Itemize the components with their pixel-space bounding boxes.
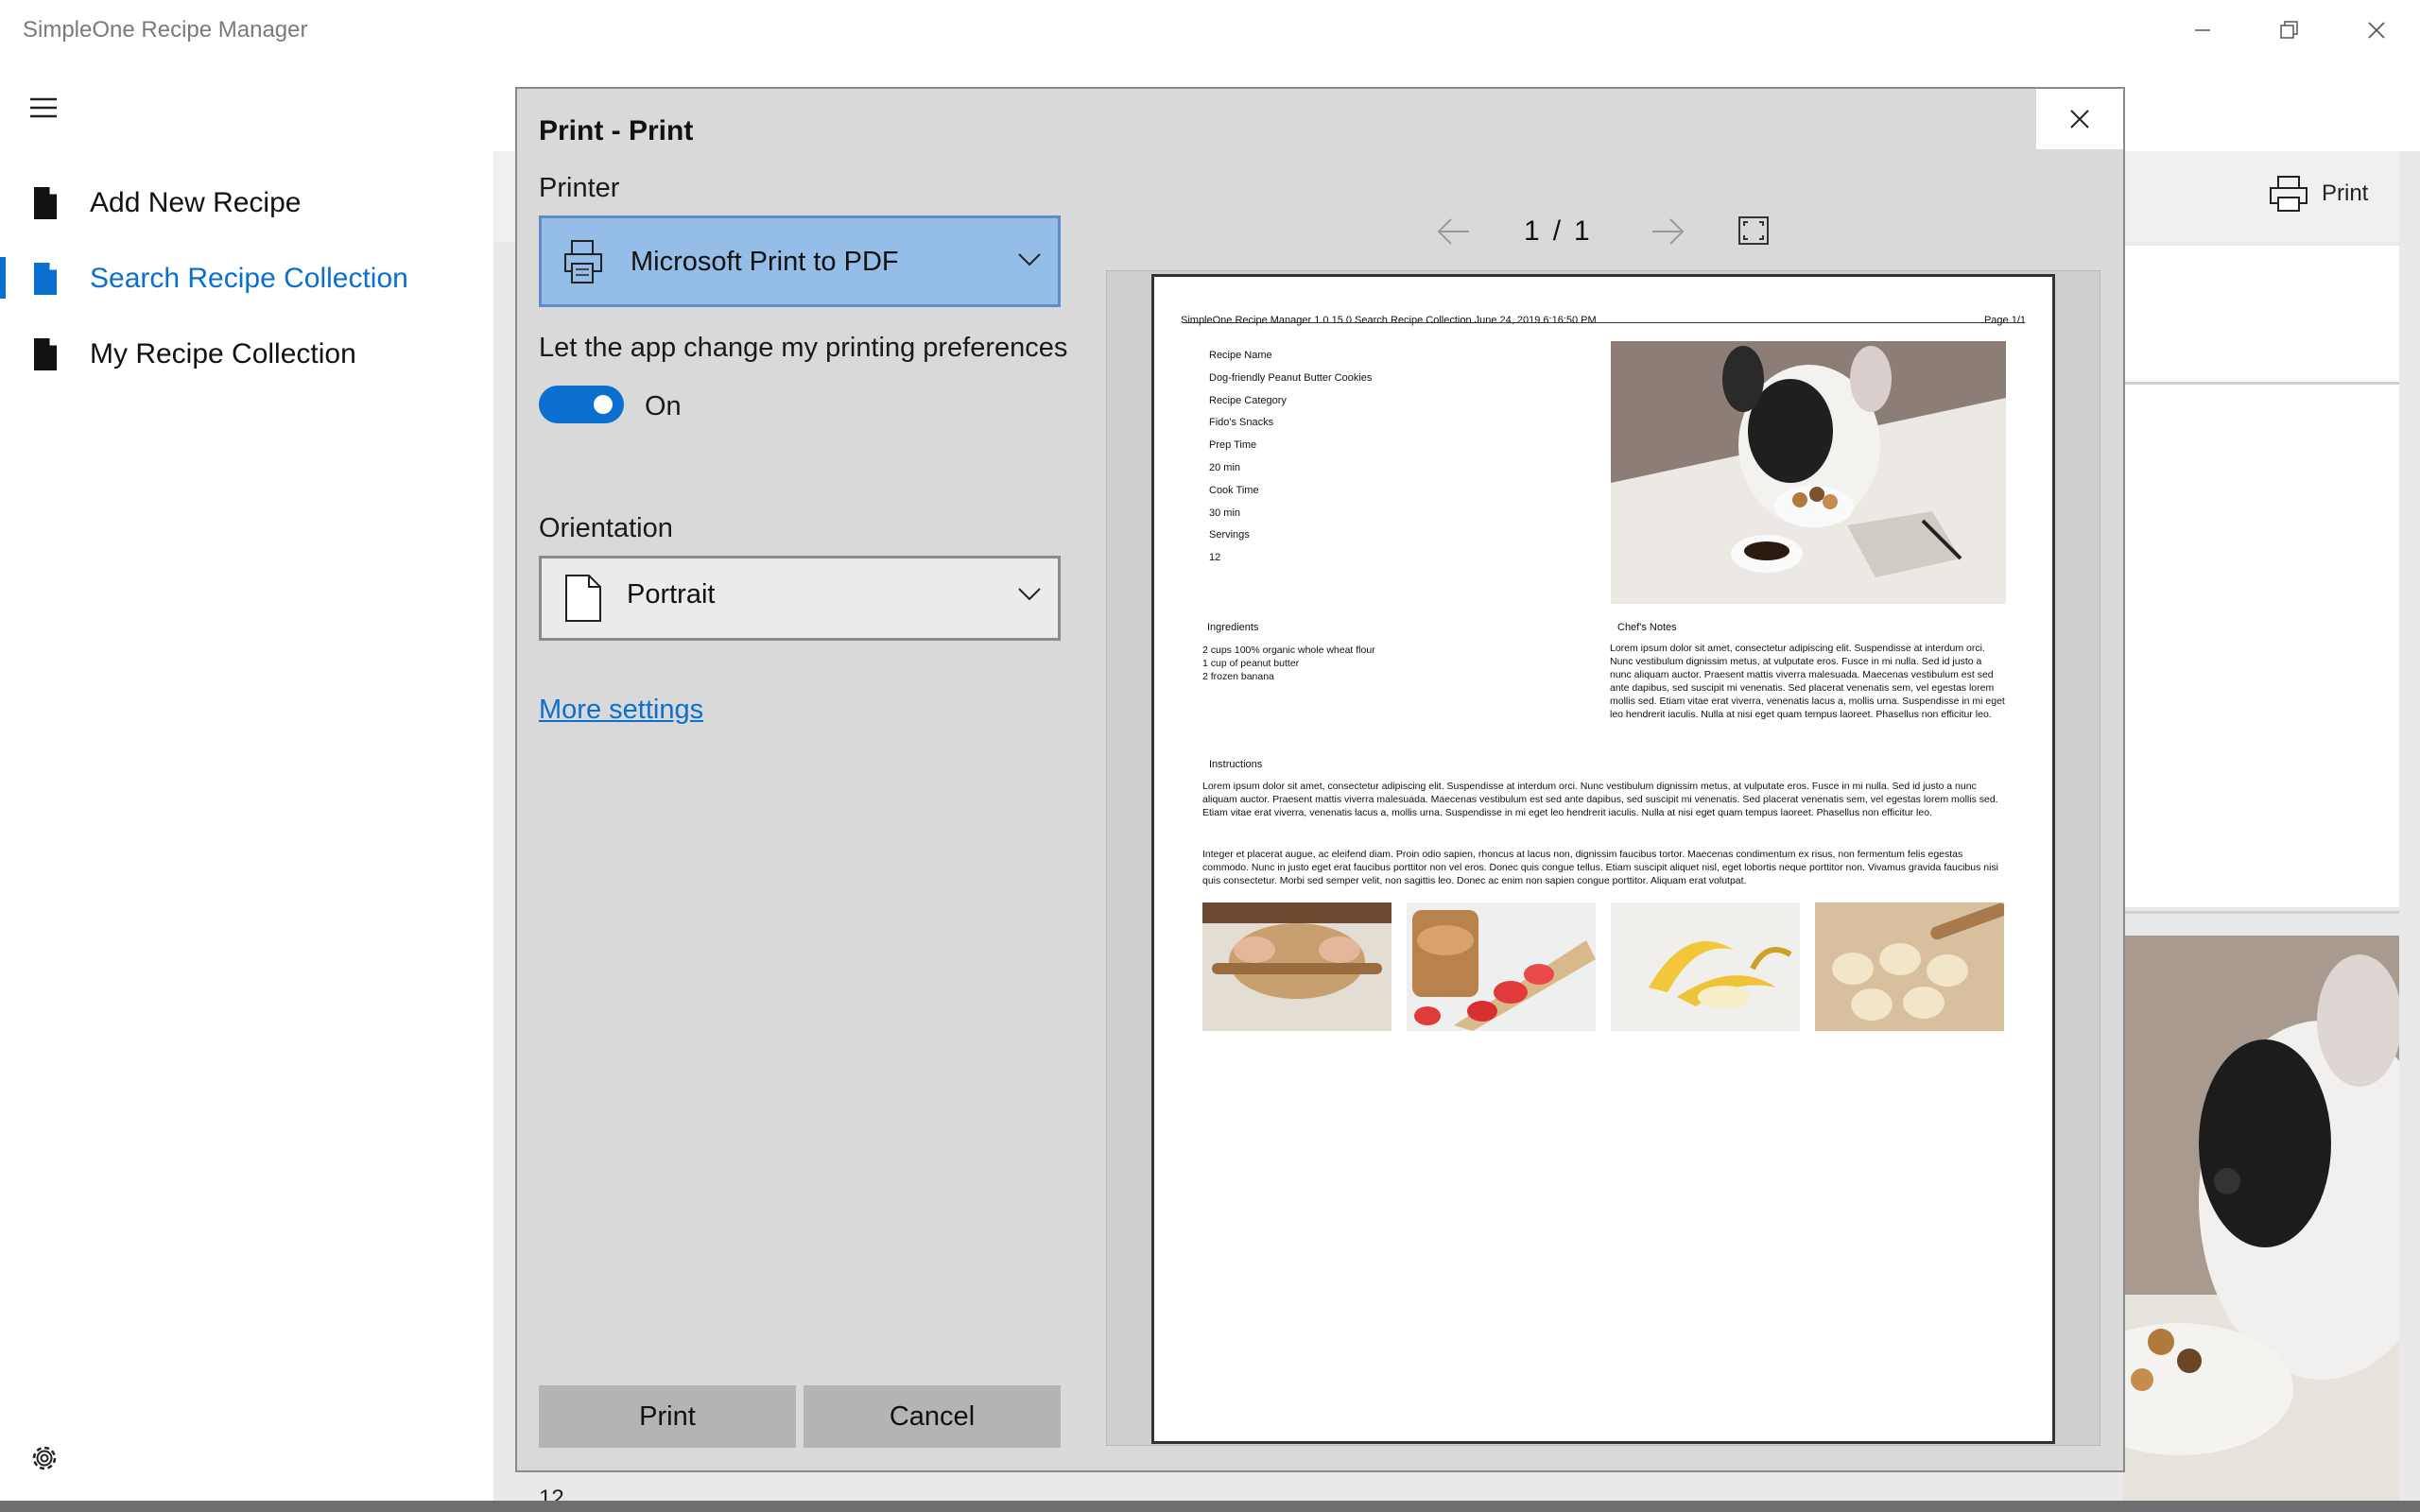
app-title: SimpleOne Recipe Manager	[23, 17, 308, 43]
field-label: Recipe Category	[1209, 394, 1287, 406]
cancel-button[interactable]: Cancel	[804, 1385, 1061, 1448]
gear-icon	[32, 1446, 57, 1470]
print-button[interactable]: Print	[539, 1385, 796, 1448]
restore-icon	[2280, 21, 2298, 39]
more-settings-link[interactable]: More settings	[539, 695, 703, 726]
chevron-down-icon	[1018, 588, 1041, 601]
ingredient-item: 1 cup of peanut butter	[1202, 658, 1300, 669]
print-preview-page: SimpleOne Recipe Manager 1.0.15.0 Search…	[1151, 274, 2055, 1444]
content-panel	[2123, 246, 2399, 907]
previous-page-button[interactable]	[1435, 215, 1473, 252]
orientation-dropdown[interactable]: Portrait	[539, 556, 1061, 641]
field-value: Dog-friendly Peanut Butter Cookies	[1209, 371, 1373, 384]
printer-value: Microsoft Print to PDF	[631, 247, 899, 277]
printer-label: Printer	[539, 173, 620, 203]
divider	[2123, 382, 2399, 385]
field-label: Servings	[1209, 529, 1250, 541]
instructions-paragraph: Integer et placerat augue, ac eleifend d…	[1202, 849, 1999, 886]
ingredient-item: 2 cups 100% organic whole wheat flour	[1202, 644, 1375, 656]
page-header-left: SimpleOne Recipe Manager 1.0.15.0 Search…	[1181, 315, 1597, 326]
printer-dropdown[interactable]: Microsoft Print to PDF	[539, 215, 1061, 307]
field-value: Fido's Snacks	[1209, 417, 1274, 429]
nav-item-label: My Recipe Collection	[90, 338, 356, 369]
divider	[2123, 911, 2399, 914]
close-window-button[interactable]	[2333, 0, 2420, 60]
field-label: Cook Time	[1209, 484, 1259, 496]
orientation-label: Orientation	[539, 513, 673, 543]
chevron-down-icon	[1018, 253, 1041, 266]
close-icon	[2368, 22, 2385, 39]
page-indicator: 1 / 1	[1524, 215, 1590, 248]
photo-peanut-butter-strawberries	[1407, 902, 1596, 1031]
preferences-toggle[interactable]	[539, 386, 624, 423]
page-icon	[565, 575, 601, 622]
document-icon	[34, 338, 57, 370]
title-bar	[0, 0, 2420, 60]
fit-to-page-icon	[1738, 216, 1769, 245]
field-value: 20 min	[1209, 461, 1241, 473]
arrow-left-icon	[1437, 218, 1469, 245]
photo-dough-balls	[1815, 902, 2004, 1031]
hamburger-menu-button[interactable]	[26, 91, 60, 129]
nav-item-my-recipe-collection[interactable]: My Recipe Collection	[0, 318, 493, 391]
arrow-right-icon	[1652, 218, 1685, 245]
toggle-knob	[594, 395, 613, 414]
document-icon	[34, 263, 57, 295]
page-header-rule	[1183, 322, 2022, 323]
nav-item-label: Add New Recipe	[90, 187, 302, 218]
instructions-paragraph: Lorem ipsum dolor sit amet, consectetur …	[1202, 781, 1998, 818]
nav-item-add-new-recipe[interactable]: Add New Recipe	[0, 166, 493, 240]
recipe-photo-dog	[1611, 341, 2006, 604]
print-toolbar-label: Print	[2322, 180, 2369, 206]
page-header-right: Page 1/1	[1983, 315, 2026, 326]
current-page: 1	[1524, 215, 1540, 247]
nav-item-label: Search Recipe Collection	[90, 263, 408, 294]
minimize-button[interactable]	[2159, 0, 2246, 60]
printer-icon	[2270, 176, 2308, 212]
field-label: Recipe Name	[1209, 350, 1272, 361]
chefs-notes-text: Lorem ipsum dolor sit amet, consectetur …	[1610, 643, 2005, 720]
fit-page-button[interactable]	[1737, 215, 1770, 250]
preferences-label: Let the app change my printing preferenc…	[539, 333, 1068, 363]
taskbar-strip	[0, 1501, 2420, 1512]
photo-rolling-dough	[1202, 902, 1392, 1031]
ingredient-item: 2 frozen banana	[1202, 671, 1274, 682]
next-page-button[interactable]	[1649, 215, 1686, 252]
document-icon	[34, 187, 57, 219]
ingredients-list: 2 cups 100% organic whole wheat flour 1 …	[1202, 644, 1375, 683]
restore-button[interactable]	[2246, 0, 2333, 60]
ingredients-title: Ingredients	[1207, 622, 1259, 633]
settings-button[interactable]	[28, 1442, 60, 1479]
close-icon	[2070, 110, 2089, 129]
chefs-notes-title: Chef's Notes	[1617, 622, 1677, 633]
field-value: 30 min	[1209, 507, 1241, 519]
printer-icon	[564, 240, 602, 284]
field-label: Prep Time	[1209, 439, 1257, 452]
print-toolbar-button[interactable]: Print	[2269, 175, 2368, 213]
nav-item-search-recipe-collection[interactable]: Search Recipe Collection	[0, 242, 493, 316]
toggle-state-label: On	[645, 391, 682, 421]
page-separator: /	[1552, 215, 1562, 247]
photo-bananas	[1611, 902, 1800, 1031]
minimize-icon	[2195, 29, 2210, 31]
dialog-close-button[interactable]	[2036, 89, 2123, 149]
total-pages: 1	[1574, 215, 1590, 247]
recipe-fields: Recipe Name Dog-friendly Peanut Butter C…	[1209, 345, 1372, 570]
instructions-title: Instructions	[1209, 759, 1263, 770]
hamburger-icon	[30, 97, 57, 118]
recipe-photo-dog	[2123, 936, 2399, 1503]
field-value: 12	[1209, 552, 1221, 564]
dialog-title: Print - Print	[539, 115, 694, 146]
orientation-value: Portrait	[627, 579, 716, 610]
